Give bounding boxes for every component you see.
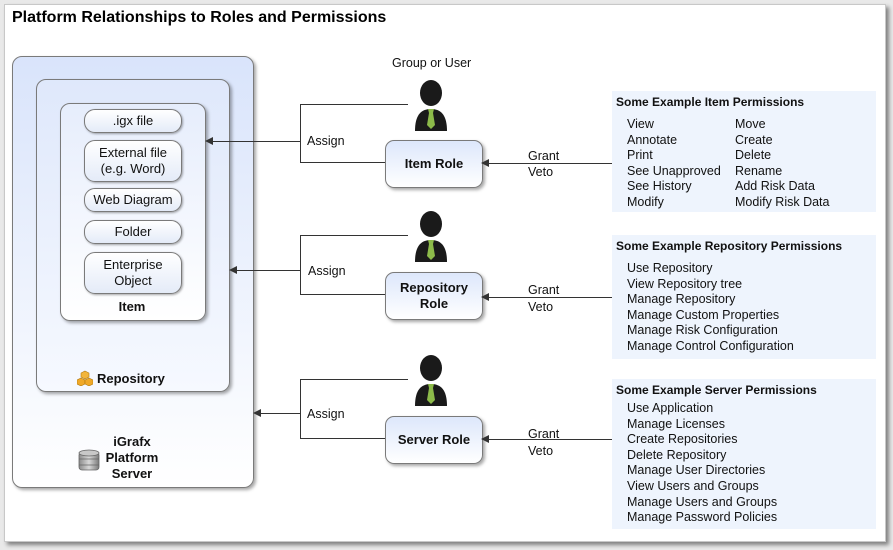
- item-type-label: .igx file: [112, 113, 154, 128]
- permission-item: Rename: [735, 163, 783, 178]
- permission-item: Delete: [735, 148, 772, 163]
- role-label: Repository: [400, 280, 468, 295]
- repository-container-label: Repository: [97, 370, 165, 386]
- item-type-label: Enterprise: [103, 257, 163, 272]
- arrow-head-icon: [481, 435, 489, 443]
- permission-item: Use Repository: [627, 261, 713, 275]
- assign-arrow-line: [212, 141, 300, 142]
- panel-title: Some Example Repository Permissions: [616, 239, 843, 253]
- connector-line: [300, 379, 301, 439]
- connector-line: [300, 104, 301, 163]
- assign-label: Assign: [307, 407, 345, 421]
- item-type-enterprise-object: Enterprise Object: [84, 252, 182, 294]
- person-icon: [415, 80, 447, 131]
- repository-permissions-panel: Some Example Repository Permissions Use …: [612, 235, 876, 359]
- permission-item: Create Repositories: [627, 432, 738, 447]
- permission-list: Move Create Delete Rename Add Risk Data …: [735, 117, 829, 211]
- permission-item: Modify: [627, 194, 664, 209]
- item-type-label: (e.g. Word): [100, 161, 166, 176]
- item-role-box: Item Role: [385, 140, 483, 188]
- assign-label: Assign: [308, 264, 346, 278]
- item-type-label: Web Diagram: [93, 192, 173, 207]
- veto-label: Veto: [528, 165, 554, 179]
- permission-item: Print: [627, 148, 653, 163]
- role-label: Item Role: [404, 156, 464, 171]
- connector-line: [300, 162, 385, 163]
- permission-item: See History: [627, 179, 692, 194]
- permission-item: Create: [735, 132, 773, 147]
- server-role-box: Server Role: [385, 416, 483, 464]
- grant-label: Grant: [528, 149, 560, 163]
- repository-role-box: Repository Role: [385, 272, 483, 320]
- assign-arrow-line: [260, 413, 300, 414]
- server-container-label: iGrafx Platform Server: [96, 434, 168, 482]
- permission-item: Use Application: [627, 401, 714, 415]
- permission-item: See Unapproved: [627, 163, 721, 178]
- item-type-label: External file: [99, 145, 167, 160]
- arrow-head-icon: [481, 159, 489, 167]
- arrow-head-icon: [229, 266, 237, 274]
- server-label-line: iGrafx: [113, 434, 151, 449]
- item-type-label: Object: [114, 273, 152, 288]
- permission-list: Use Repository View Repository tree Mana…: [627, 261, 794, 355]
- permission-item: Move: [735, 117, 766, 131]
- person-icon: [415, 211, 447, 262]
- grant-label: Grant: [528, 283, 560, 297]
- permission-item: Manage Control Configuration: [627, 338, 794, 353]
- role-label: Server Role: [397, 432, 471, 447]
- connector-line: [300, 379, 408, 380]
- connector-line: [300, 294, 385, 295]
- panel-title: Some Example Server Permissions: [616, 383, 817, 397]
- permission-item: View: [627, 117, 654, 131]
- server-label-line: Server: [111, 466, 153, 481]
- assign-label: Assign: [307, 134, 345, 148]
- diagram-title: Platform Relationships to Roles and Perm…: [12, 9, 387, 26]
- arrow-head-icon: [253, 409, 261, 417]
- server-permissions-panel: Some Example Server Permissions Use Appl…: [612, 379, 876, 529]
- permission-item: Delete Repository: [627, 447, 727, 462]
- permission-item: Manage Password Policies: [627, 510, 778, 525]
- server-label-line: Platform: [105, 450, 159, 465]
- permission-item: Manage Custom Properties: [627, 307, 780, 322]
- permission-item: View Users and Groups: [627, 478, 759, 493]
- item-type-igx-file: .igx file: [84, 109, 182, 133]
- permission-list: View Annotate Print See Unapproved See H…: [627, 117, 721, 211]
- permission-item: Modify Risk Data: [735, 194, 830, 209]
- permission-item: Manage Licenses: [627, 416, 725, 431]
- group-or-user-label: Group or User: [392, 56, 472, 70]
- assign-arrow-line: [236, 270, 300, 271]
- cubes-icon: [77, 370, 93, 386]
- item-permissions-panel: Some Example Item Permissions View Annot…: [612, 91, 876, 212]
- grant-label: Grant: [528, 427, 560, 441]
- permission-list: Use Application Manage Licenses Create R…: [627, 401, 777, 526]
- repository-label-group: Repository: [77, 370, 165, 386]
- permission-item: Add Risk Data: [735, 179, 815, 194]
- permission-item: Manage Risk Configuration: [627, 323, 778, 338]
- item-type-external-file: External file (e.g. Word): [84, 140, 182, 182]
- connector-line: [300, 235, 301, 295]
- item-type-folder: Folder: [84, 220, 182, 244]
- item-type-label: Folder: [114, 224, 152, 239]
- permission-item: Annotate: [627, 132, 678, 147]
- permission-item: View Repository tree: [627, 276, 743, 291]
- panel-title: Some Example Item Permissions: [616, 95, 805, 109]
- veto-label: Veto: [528, 300, 554, 314]
- connector-line: [300, 235, 408, 236]
- connector-line: [300, 104, 408, 105]
- veto-label: Veto: [528, 444, 554, 458]
- permission-item: Manage User Directories: [627, 463, 766, 478]
- connector-line: [300, 438, 385, 439]
- person-icon: [415, 355, 447, 406]
- role-label: Role: [419, 296, 449, 311]
- permission-item: Manage Repository: [627, 292, 736, 307]
- arrow-head-icon: [205, 137, 213, 145]
- item-type-web-diagram: Web Diagram: [84, 188, 182, 212]
- item-container-label: Item: [118, 299, 146, 314]
- permission-item: Manage Users and Groups: [627, 494, 778, 509]
- arrow-head-icon: [481, 293, 489, 301]
